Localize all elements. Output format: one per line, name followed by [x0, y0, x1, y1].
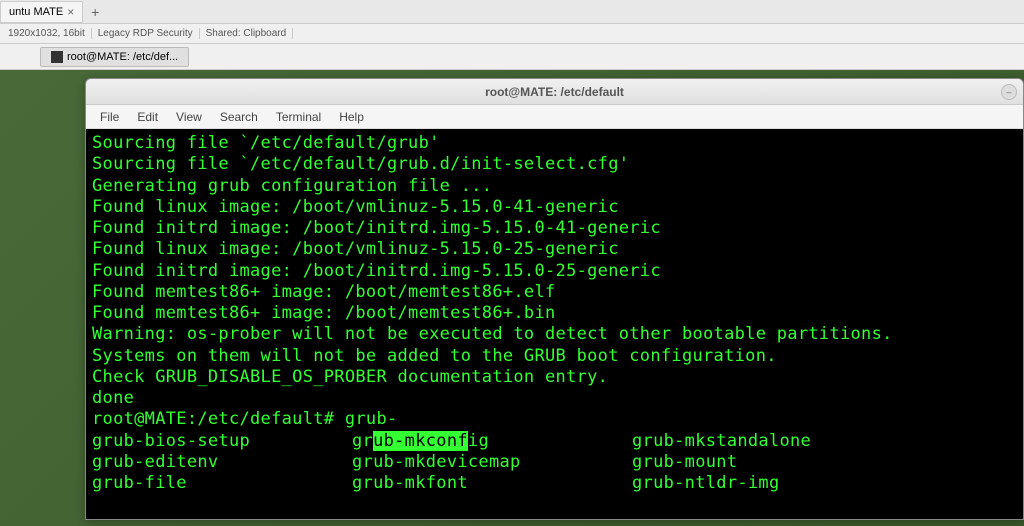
- menu-terminal[interactable]: Terminal: [268, 107, 329, 127]
- window-controls: –: [1001, 84, 1017, 100]
- shared-label: Shared: Clipboard: [200, 28, 294, 39]
- completion-row: grub-bios-setupgrub-mkconfiggrub-mkstand…: [92, 431, 1017, 452]
- completion-item: grub-ntldr-img: [632, 473, 780, 494]
- terminal-window: root@MATE: /etc/default – File Edit View…: [85, 78, 1024, 520]
- terminal-line: Found linux image: /boot/vmlinuz-5.15.0-…: [92, 197, 1017, 218]
- terminal-prompt-line: root@MATE:/etc/default# grub-: [92, 409, 1017, 430]
- taskbar-item-terminal[interactable]: root@MATE: /etc/def...: [40, 47, 189, 67]
- menu-edit[interactable]: Edit: [129, 107, 166, 127]
- browser-tab[interactable]: untu MATE ×: [0, 1, 83, 23]
- terminal-line: Check GRUB_DISABLE_OS_PROBER documentati…: [92, 367, 1017, 388]
- terminal-line: Warning: os-prober will not be executed …: [92, 324, 1017, 345]
- browser-tabs: untu MATE × +: [0, 0, 1024, 24]
- menu-help[interactable]: Help: [331, 107, 372, 127]
- completion-item: grub-mkfont: [352, 473, 632, 494]
- taskbar-item-label: root@MATE: /etc/def...: [67, 51, 178, 63]
- prompt: root@MATE:/etc/default#: [92, 409, 345, 429]
- terminal-line: Systems on them will not be added to the…: [92, 346, 1017, 367]
- completion-item: grub-file: [92, 473, 352, 494]
- window-title: root@MATE: /etc/default: [485, 85, 624, 99]
- completion-item: grub-editenv: [92, 452, 352, 473]
- security-label: Legacy RDP Security: [92, 28, 200, 39]
- menu-view[interactable]: View: [168, 107, 210, 127]
- terminal-icon: [51, 51, 63, 63]
- completion-row: grub-editenvgrub-mkdevicemapgrub-mount: [92, 452, 1017, 473]
- terminal-line: Found linux image: /boot/vmlinuz-5.15.0-…: [92, 239, 1017, 260]
- minimize-button[interactable]: –: [1001, 84, 1017, 100]
- tab-label: untu MATE: [9, 6, 63, 18]
- terminal-line: Found initrd image: /boot/initrd.img-5.1…: [92, 261, 1017, 282]
- menu-search[interactable]: Search: [212, 107, 266, 127]
- menu-file[interactable]: File: [92, 107, 127, 127]
- new-tab-button[interactable]: +: [83, 4, 107, 20]
- completion-item: grub-mkdevicemap: [352, 452, 632, 473]
- terminal-line: Generating grub configuration file ...: [92, 176, 1017, 197]
- resolution-label: 1920x1032, 16bit: [2, 28, 92, 39]
- completion-item: grub-mkconfig: [352, 431, 632, 452]
- completion-item: grub-mount: [632, 452, 737, 473]
- completion-item: grub-bios-setup: [92, 431, 352, 452]
- terminal-line: Found memtest86+ image: /boot/memtest86+…: [92, 282, 1017, 303]
- terminal-line: Found initrd image: /boot/initrd.img-5.1…: [92, 218, 1017, 239]
- menu-bar: File Edit View Search Terminal Help: [86, 105, 1023, 129]
- terminal-content[interactable]: Sourcing file `/etc/default/grub' Sourci…: [86, 129, 1023, 519]
- completion-item: grub-mkstandalone: [632, 431, 811, 452]
- terminal-line: Sourcing file `/etc/default/grub': [92, 133, 1017, 154]
- rdp-status-bar: 1920x1032, 16bit Legacy RDP Security Sha…: [0, 24, 1024, 44]
- close-icon[interactable]: ×: [67, 5, 74, 19]
- desktop-taskbar: root@MATE: /etc/def...: [0, 44, 1024, 70]
- command-input: grub-: [345, 409, 398, 429]
- completion-row: grub-filegrub-mkfontgrub-ntldr-img: [92, 473, 1017, 494]
- title-bar[interactable]: root@MATE: /etc/default –: [86, 79, 1023, 105]
- terminal-line: Sourcing file `/etc/default/grub.d/init-…: [92, 154, 1017, 175]
- highlighted-completion: ub-mkconf: [373, 431, 468, 451]
- terminal-line: Found memtest86+ image: /boot/memtest86+…: [92, 303, 1017, 324]
- terminal-line: done: [92, 388, 1017, 409]
